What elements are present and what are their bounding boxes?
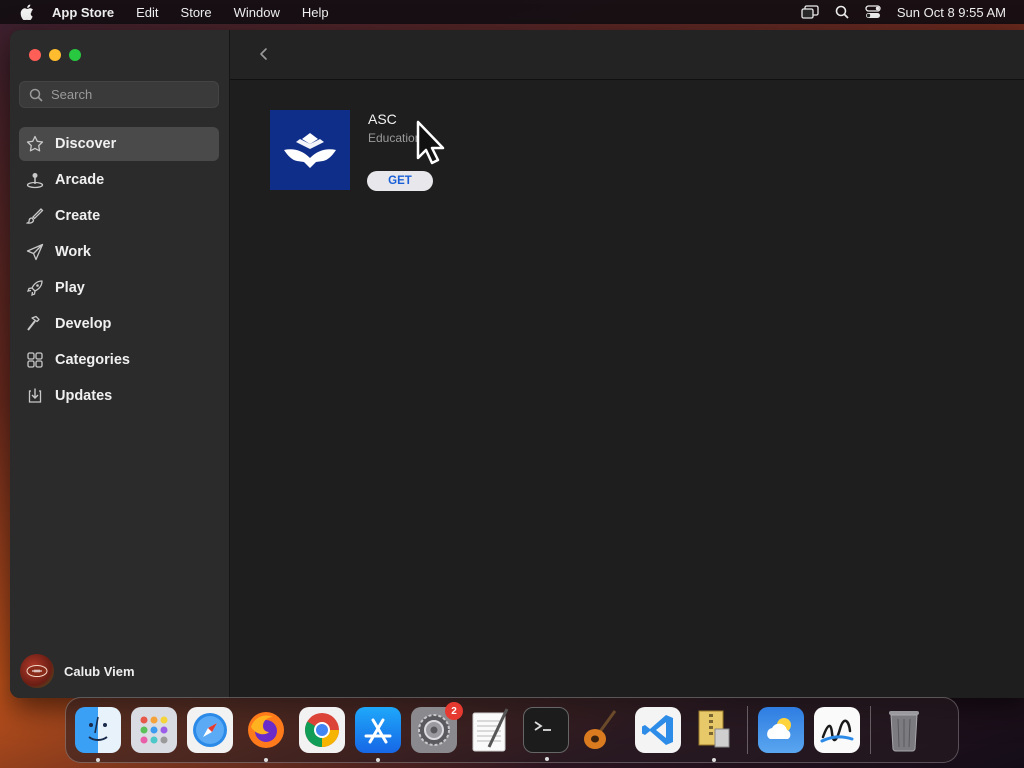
dock-separator (870, 706, 871, 754)
menu-edit[interactable]: Edit (136, 5, 158, 20)
chevron-left-icon (260, 48, 267, 60)
menu-bar: App Store Edit Store Window Help Sun Oct… (0, 0, 1024, 24)
spotlight-search-icon[interactable] (835, 5, 849, 19)
download-icon (25, 386, 45, 406)
sidebar-item-create[interactable]: Create (19, 199, 219, 233)
sidebar-item-work[interactable]: Work (19, 235, 219, 269)
sidebar-item-categories[interactable]: Categories (19, 343, 219, 377)
zoom-button[interactable] (69, 49, 81, 61)
sidebar-item-label: Play (55, 280, 85, 296)
search-icon (29, 88, 43, 102)
paper-plane-icon (25, 242, 45, 262)
dock-textedit[interactable] (467, 707, 513, 753)
dock-weather[interactable] (758, 707, 804, 753)
running-indicator (96, 758, 100, 762)
dock-separator (747, 706, 748, 754)
sidebar-item-label: Create (55, 208, 101, 224)
menu-app-name[interactable]: App Store (52, 5, 114, 20)
dock-vscode[interactable] (635, 707, 681, 753)
mouse-cursor-icon (416, 120, 446, 171)
notification-badge: 2 (445, 702, 463, 720)
back-button[interactable] (254, 44, 274, 64)
firefox-icon (248, 712, 284, 748)
dock-system-settings[interactable]: 2 (411, 702, 463, 753)
get-button[interactable]: GET (367, 171, 433, 191)
running-indicator (712, 758, 716, 762)
app-store-window: Search Discover Arcade Create Work Play … (10, 30, 1024, 698)
hammer-icon (25, 314, 45, 334)
sidebar-item-updates[interactable]: Updates (19, 379, 219, 413)
sidebar: Search Discover Arcade Create Work Play … (10, 30, 230, 698)
running-indicator (376, 758, 380, 762)
search-placeholder: Search (51, 87, 93, 102)
dock-safari[interactable] (187, 707, 233, 753)
menu-help[interactable]: Help (302, 5, 329, 20)
sidebar-item-label: Develop (55, 316, 112, 332)
finder-icon (88, 716, 108, 741)
launchpad-icon (140, 716, 168, 744)
main-content: ASC Education GET (230, 30, 1024, 698)
close-button[interactable] (29, 49, 41, 61)
dock-launchpad[interactable] (131, 707, 177, 753)
minimize-button[interactable] (49, 49, 61, 61)
star-icon (25, 134, 45, 154)
window-controls (29, 49, 81, 61)
rocket-icon (25, 278, 45, 298)
dock-chrome[interactable] (299, 707, 345, 753)
open-book-icon (284, 133, 336, 168)
sidebar-item-label: Categories (55, 352, 130, 368)
dock-archive-utility[interactable] (691, 707, 737, 762)
running-indicator (264, 758, 268, 762)
screen-mirroring-icon[interactable] (801, 5, 819, 19)
sidebar-item-arcade[interactable]: Arcade (19, 163, 219, 197)
control-center-icon[interactable] (865, 5, 881, 19)
grid-icon (25, 350, 45, 370)
account-button[interactable]: Calub Viem (20, 654, 135, 688)
sidebar-item-label: Work (55, 244, 91, 260)
apple-menu-icon[interactable] (18, 3, 36, 21)
app-icon[interactable] (270, 110, 350, 190)
trash-icon (889, 711, 919, 752)
toolbar (230, 30, 1024, 80)
dock-app-store[interactable] (355, 707, 401, 762)
sidebar-item-label: Arcade (55, 172, 105, 188)
freeform-icon (820, 719, 854, 743)
dock-trash[interactable] (881, 707, 927, 753)
paintbrush-icon (25, 206, 45, 226)
vscode-icon (642, 715, 673, 745)
running-indicator (545, 757, 549, 761)
dock-terminal[interactable] (523, 707, 569, 761)
sidebar-item-discover[interactable]: Discover (19, 127, 219, 161)
menu-store[interactable]: Store (181, 5, 212, 20)
search-field[interactable]: Search (19, 81, 219, 108)
menu-window[interactable]: Window (234, 5, 280, 20)
sidebar-item-label: Updates (55, 388, 113, 404)
dock-finder[interactable] (75, 707, 121, 762)
dock-firefox[interactable] (243, 707, 289, 762)
avatar (20, 654, 54, 688)
menu-clock[interactable]: Sun Oct 8 9:55 AM (897, 5, 1006, 20)
archive-icon (698, 710, 730, 748)
dock-garageband[interactable] (579, 707, 625, 753)
textedit-icon (472, 708, 509, 752)
dock: 2 (65, 697, 959, 763)
guitar-icon (584, 710, 617, 749)
sidebar-nav: Discover Arcade Create Work Play Develop… (19, 127, 219, 415)
safari-icon (193, 713, 227, 747)
user-name: Calub Viem (64, 663, 135, 679)
sidebar-item-develop[interactable]: Develop (19, 307, 219, 341)
terminal-icon (534, 721, 551, 731)
weather-icon (767, 718, 791, 739)
app-title[interactable]: ASC (368, 111, 397, 127)
sidebar-item-play[interactable]: Play (19, 271, 219, 305)
joystick-icon (25, 170, 45, 190)
sidebar-item-label: Discover (55, 136, 117, 152)
app-store-icon (364, 718, 392, 744)
dock-freeform[interactable] (814, 707, 860, 753)
chrome-icon (305, 713, 339, 747)
